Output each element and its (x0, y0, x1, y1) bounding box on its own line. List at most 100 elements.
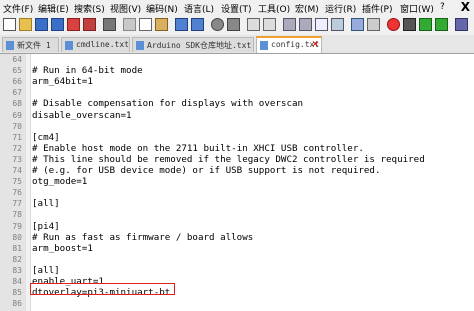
code-text: # This line should be removed if the leg… (32, 153, 425, 165)
line-number: 79 (12, 221, 22, 231)
play-macro-icon[interactable] (419, 18, 432, 31)
line-number: 69 (12, 110, 22, 120)
line-number: 65 (12, 66, 22, 76)
code-line[interactable]: 74 # (e.g. for USB device mode) or if USB… (0, 165, 474, 176)
code-line[interactable]: 78 (0, 209, 474, 220)
code-line[interactable]: 86 (0, 298, 474, 309)
highlight-box (30, 283, 175, 295)
code-line[interactable]: 73 # This line should be removed if the l… (0, 154, 474, 165)
code-line[interactable]: 77 [all] (0, 198, 474, 209)
redo-icon[interactable] (191, 18, 204, 31)
toolbar (0, 16, 474, 36)
code-line[interactable]: 64 (0, 54, 474, 65)
line-number: 77 (12, 199, 22, 209)
close-file-icon[interactable] (67, 18, 80, 31)
editor[interactable]: 64 65 # Run in 64-bit mode 66 arm_64bit=1 67 6… (0, 54, 474, 311)
code-line[interactable]: 69 disable_overscan=1 (0, 110, 474, 121)
code-text: [all] (32, 264, 60, 276)
new-file-icon[interactable] (3, 18, 16, 31)
show-all-chars-icon[interactable] (315, 18, 328, 31)
indent-guide-icon[interactable] (331, 18, 344, 31)
file-icon (136, 41, 144, 50)
line-number: 71 (12, 132, 22, 142)
line-number: 73 (12, 154, 22, 164)
code-line[interactable]: 81 arm_boost=1 (0, 243, 474, 254)
line-number: 78 (12, 210, 22, 220)
code-line[interactable]: 83 [all] (0, 265, 474, 276)
code-line[interactable]: 72 # Enable host mode on the 2711 built-i… (0, 143, 474, 154)
stop-macro-icon[interactable] (403, 18, 416, 31)
menu-edit[interactable]: 编辑(E) (38, 2, 69, 15)
menu-macro[interactable]: 宏(M) (295, 2, 319, 15)
menu-search[interactable]: 搜索(S) (74, 2, 105, 15)
print-icon[interactable] (103, 18, 116, 31)
save-macro-icon[interactable] (455, 18, 468, 31)
code-line[interactable]: 80 # Run as fast as firmware / board allo… (0, 232, 474, 243)
copy-icon[interactable] (139, 18, 152, 31)
line-number: 76 (12, 188, 22, 198)
code-line[interactable]: 79 [pi4] (0, 221, 474, 232)
code-text: [pi4] (32, 220, 60, 232)
line-number: 81 (12, 243, 22, 253)
tab-close-icon[interactable]: ✕ (311, 40, 319, 50)
menu-language[interactable]: 语言(L) (184, 2, 214, 15)
zoom-out-icon[interactable] (263, 18, 276, 31)
tab-label: Arduino SDK仓库地址.txt (147, 41, 252, 50)
menu-help[interactable]: ? (440, 2, 445, 12)
line-number: 75 (12, 177, 22, 187)
code-line[interactable]: 76 (0, 187, 474, 198)
save-all-icon[interactable] (51, 18, 64, 31)
code-line[interactable]: 70 (0, 121, 474, 132)
code-text: otg_mode=1 (32, 176, 88, 188)
menu-file[interactable]: 文件(F) (3, 2, 33, 15)
tab-label: 新文件 1 (17, 41, 51, 50)
close-all-icon[interactable] (83, 18, 96, 31)
doc-map-icon[interactable] (351, 18, 364, 31)
menu-encoding[interactable]: 编码(N) (146, 2, 178, 15)
code-line[interactable]: 75 otg_mode=1 (0, 176, 474, 187)
code-text: [all] (32, 198, 60, 210)
code-text: # (e.g. for USB device mode) or if USB s… (32, 165, 381, 176)
line-number: 64 (12, 55, 22, 64)
line-number: 80 (12, 232, 22, 242)
menu-run[interactable]: 运行(R) (325, 2, 356, 15)
word-wrap-icon[interactable] (299, 18, 312, 31)
code-text: # Run as fast as firmware / board allows (32, 231, 254, 243)
replace-icon[interactable] (227, 18, 240, 31)
file-icon (65, 41, 73, 50)
menu-settings[interactable]: 设置(T) (221, 2, 252, 15)
sync-scroll-icon[interactable] (283, 18, 296, 31)
line-number: 86 (12, 299, 22, 309)
code-line[interactable]: 71 [cm4] (0, 132, 474, 143)
tab-config[interactable]: config.txt ✕ (256, 36, 322, 53)
close-icon[interactable]: X (461, 0, 470, 14)
menu-view[interactable]: 视图(V) (110, 2, 141, 15)
tab-arduino-sdk[interactable]: Arduino SDK仓库地址.txt (132, 37, 254, 52)
record-macro-icon[interactable] (387, 18, 400, 31)
run-macro-multiple-icon[interactable] (435, 18, 448, 31)
code-text: # Disable compensation for displays with… (32, 98, 304, 110)
menu-window[interactable]: 窗口(W) (400, 2, 434, 15)
code-line[interactable]: 82 (0, 254, 474, 265)
menu-plugins[interactable]: 插件(P) (362, 2, 392, 15)
code-line[interactable]: 67 (0, 87, 474, 98)
function-list-icon[interactable] (367, 18, 380, 31)
line-number: 85 (12, 288, 22, 298)
find-icon[interactable] (211, 18, 224, 31)
open-file-icon[interactable] (19, 18, 32, 31)
zoom-in-icon[interactable] (247, 18, 260, 31)
code-line[interactable]: 65 # Run in 64-bit mode (0, 65, 474, 76)
tab-label: cmdline.txt (76, 40, 129, 49)
code-line[interactable]: 66 arm_64bit=1 (0, 76, 474, 87)
code-text: arm_boost=1 (32, 242, 93, 254)
line-number: 72 (12, 143, 22, 153)
save-icon[interactable] (35, 18, 48, 31)
tab-new-file-1[interactable]: 新文件 1 (2, 37, 59, 52)
cut-icon[interactable] (123, 18, 136, 31)
undo-icon[interactable] (175, 18, 188, 31)
code-line[interactable]: 68 # Disable compensation for displays wi… (0, 98, 474, 109)
file-icon (260, 41, 268, 50)
menu-tools[interactable]: 工具(O) (258, 2, 290, 15)
paste-icon[interactable] (155, 18, 168, 31)
tab-cmdline[interactable]: cmdline.txt (61, 37, 130, 52)
